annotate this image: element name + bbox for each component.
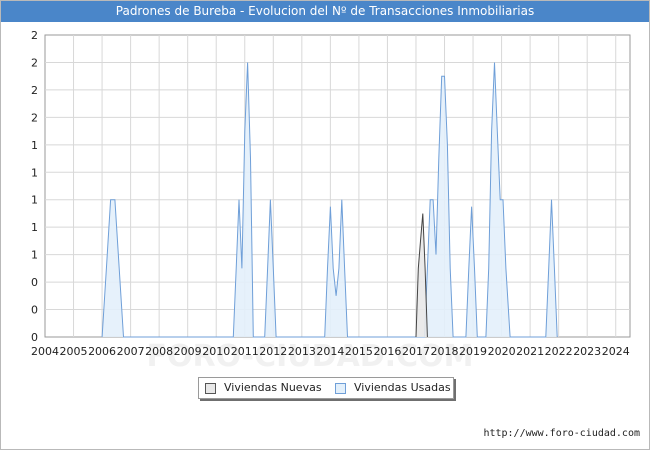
y-tick-label: 1 (31, 249, 38, 262)
y-tick-label: 0 (31, 304, 38, 317)
y-tick-label: 1 (31, 166, 38, 179)
x-tick-label: 2013 (288, 345, 316, 358)
x-tick-label: 2005 (60, 345, 88, 358)
legend-swatch-usadas (335, 383, 346, 394)
x-tick-label: 2024 (602, 345, 630, 358)
y-tick-label: 1 (31, 139, 38, 152)
y-tick-label: 1 (31, 221, 38, 234)
legend: Viviendas Nuevas Viviendas Usadas (198, 377, 454, 399)
x-tick-label: 2019 (459, 345, 487, 358)
x-tick-label: 2018 (431, 345, 459, 358)
legend-label-usadas: Viviendas Usadas (354, 381, 451, 394)
x-tick-labels: 2004 2005 2006 2007 2008 2009 2010 2011 2012 2013… (31, 345, 630, 358)
y-tick-label: 0 (31, 331, 38, 344)
x-tick-label: 2009 (174, 345, 202, 358)
x-tick-label: 2010 (202, 345, 230, 358)
x-tick-label: 2016 (373, 345, 401, 358)
legend-label-nuevas: Viviendas Nuevas (224, 381, 322, 394)
y-tick-label: 2 (31, 111, 38, 124)
x-tick-label: 2006 (88, 345, 116, 358)
x-tick-label: 2022 (545, 345, 573, 358)
y-tick-labels: 0 0 0 1 1 1 1 1 2 2 2 2 (31, 29, 38, 344)
y-tick-label: 1 (31, 194, 38, 207)
x-tick-label: 2014 (316, 345, 344, 358)
x-tick-label: 2007 (117, 345, 145, 358)
x-tick-label: 2017 (402, 345, 430, 358)
legend-swatch-nuevas (205, 383, 216, 394)
y-tick-label: 2 (31, 56, 38, 69)
y-tick-label: 2 (31, 84, 38, 97)
y-tick-label: 2 (31, 29, 38, 42)
y-tick-label: 0 (31, 276, 38, 289)
x-tick-label: 2020 (488, 345, 516, 358)
x-tick-label: 2008 (145, 345, 173, 358)
x-tick-label: 2011 (231, 345, 259, 358)
x-tick-label: 2023 (573, 345, 601, 358)
x-tick-label: 2021 (516, 345, 544, 358)
source-url: http://www.foro-ciudad.com (483, 428, 640, 439)
x-tick-label: 2015 (345, 345, 373, 358)
x-tick-label: 2012 (259, 345, 287, 358)
x-tick-label: 2004 (31, 345, 59, 358)
